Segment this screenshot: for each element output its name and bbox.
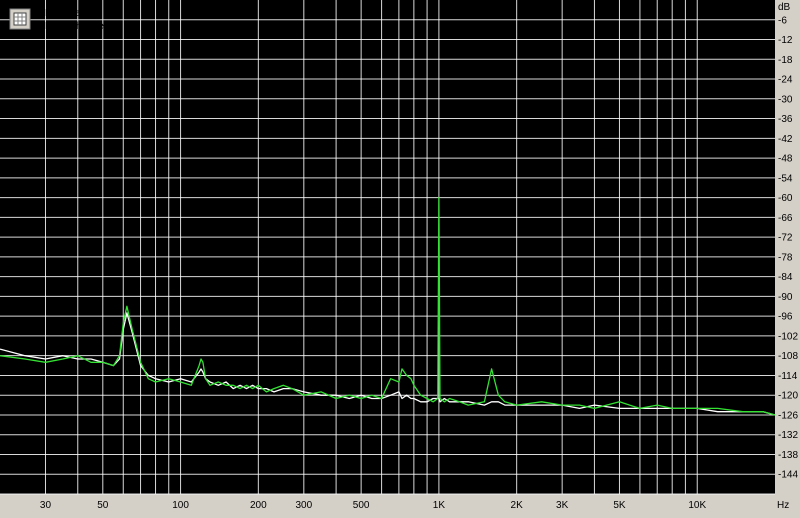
y-tick-label: -84	[778, 272, 793, 283]
x-tick-label: 1K	[433, 500, 446, 511]
y-tick-label: -126	[778, 410, 798, 421]
y-tick-label: -54	[778, 173, 793, 184]
x-tick-label: 50	[97, 500, 109, 511]
y-tick-label: -12	[778, 35, 793, 46]
y-tick-label: -132	[778, 430, 798, 441]
y-tick-label: -138	[778, 450, 798, 461]
y-axis-unit: dB	[778, 2, 791, 13]
y-tick-label: -60	[778, 193, 793, 204]
y-tick-label: -6	[778, 15, 787, 26]
y-tick-label: -72	[778, 233, 793, 244]
y-tick-label: -36	[778, 114, 793, 125]
y-tick-label: -48	[778, 154, 793, 165]
x-tick-label: 300	[295, 500, 312, 511]
x-tick-label: 30	[40, 500, 52, 511]
x-tick-label: 3K	[556, 500, 569, 511]
y-tick-label: -108	[778, 351, 798, 362]
y-tick-label: -24	[778, 75, 793, 86]
y-tick-label: -102	[778, 331, 798, 342]
x-axis-unit: Hz	[777, 500, 789, 511]
spectrum-chart: Left channel Right channel -6 -12 -18 -24 -3…	[0, 0, 800, 513]
x-tick-label: 10K	[688, 500, 706, 511]
y-tick-label: -120	[778, 391, 798, 402]
x-tick-label: 200	[250, 500, 267, 511]
y-tick-label: -42	[778, 134, 793, 145]
spectrum-chart-svg: Left channel Right channel -6 -12 -18 -24 -3…	[0, 0, 800, 513]
x-tick-label: 500	[353, 500, 370, 511]
y-tick-label: -114	[778, 371, 798, 382]
y-tick-label: -90	[778, 292, 793, 303]
legend-grid-icon	[13, 12, 27, 26]
x-tick-label: 2K	[511, 500, 524, 511]
x-tick-label: 5K	[613, 500, 626, 511]
y-tick-label: -30	[778, 94, 793, 105]
legend-entry-right: Right channel	[45, 21, 106, 32]
y-tick-label: -78	[778, 252, 793, 263]
x-tick-label: 100	[172, 500, 189, 511]
y-tick-label: -144	[778, 470, 798, 481]
legend-entry-left: Left channel	[45, 8, 100, 19]
y-tick-label: -18	[778, 55, 793, 66]
plot-area	[0, 0, 775, 494]
y-tick-label: -66	[778, 213, 793, 224]
y-tick-label: -96	[778, 312, 793, 323]
